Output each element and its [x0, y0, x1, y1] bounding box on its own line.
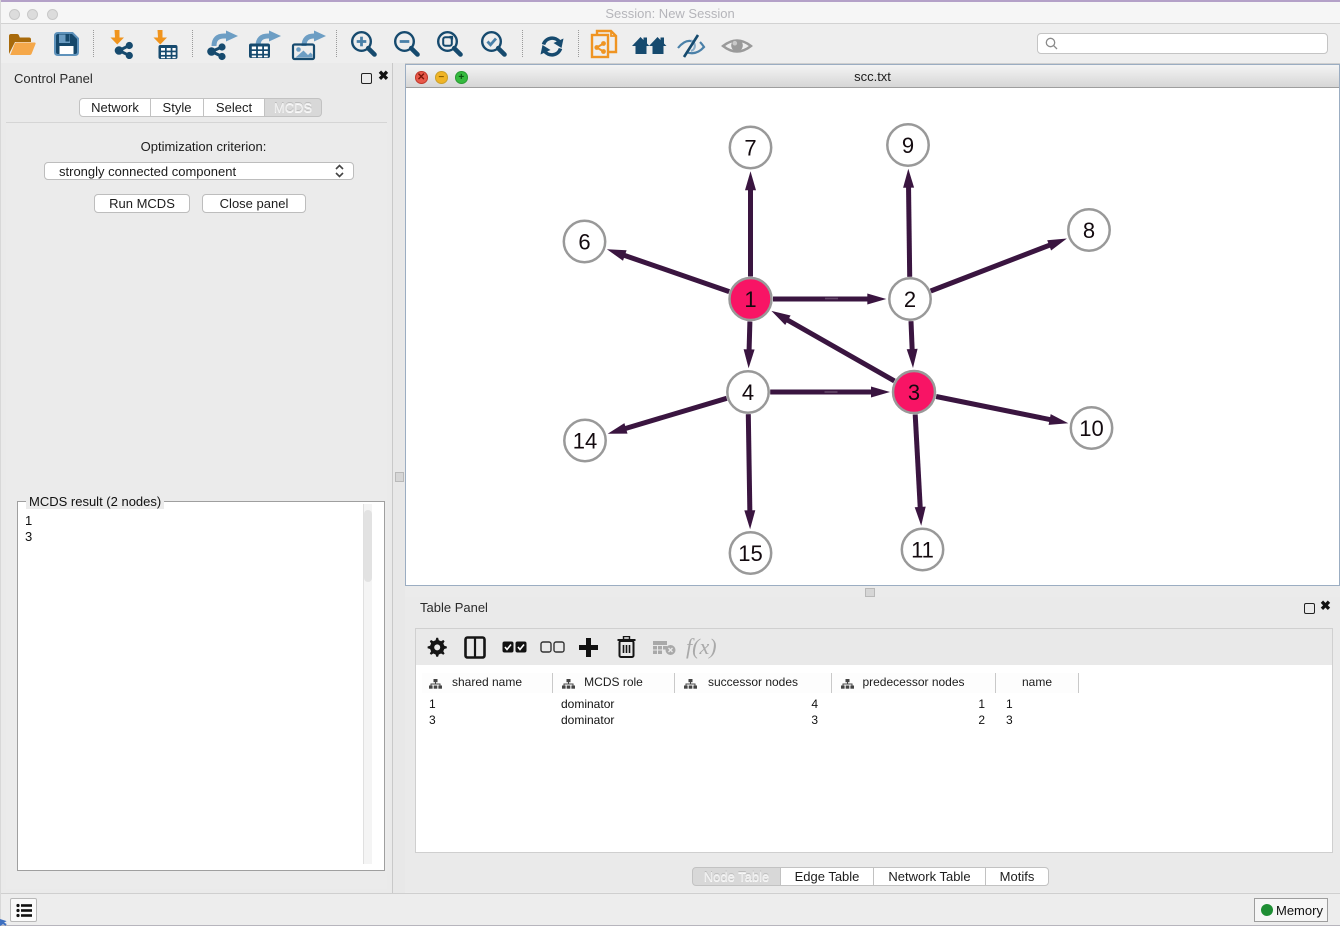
- svg-text:8: 8: [1083, 218, 1095, 243]
- svg-text:4: 4: [742, 380, 754, 405]
- svg-text:6: 6: [578, 230, 590, 255]
- svg-text:10: 10: [1079, 416, 1103, 441]
- svg-text:7: 7: [744, 136, 756, 161]
- svg-text:9: 9: [902, 133, 914, 158]
- svg-text:15: 15: [738, 541, 762, 566]
- svg-text:2: 2: [904, 287, 916, 312]
- svg-text:11: 11: [911, 538, 934, 563]
- svg-text:1: 1: [744, 287, 756, 312]
- svg-text:14: 14: [573, 429, 597, 454]
- svg-text:3: 3: [908, 380, 920, 405]
